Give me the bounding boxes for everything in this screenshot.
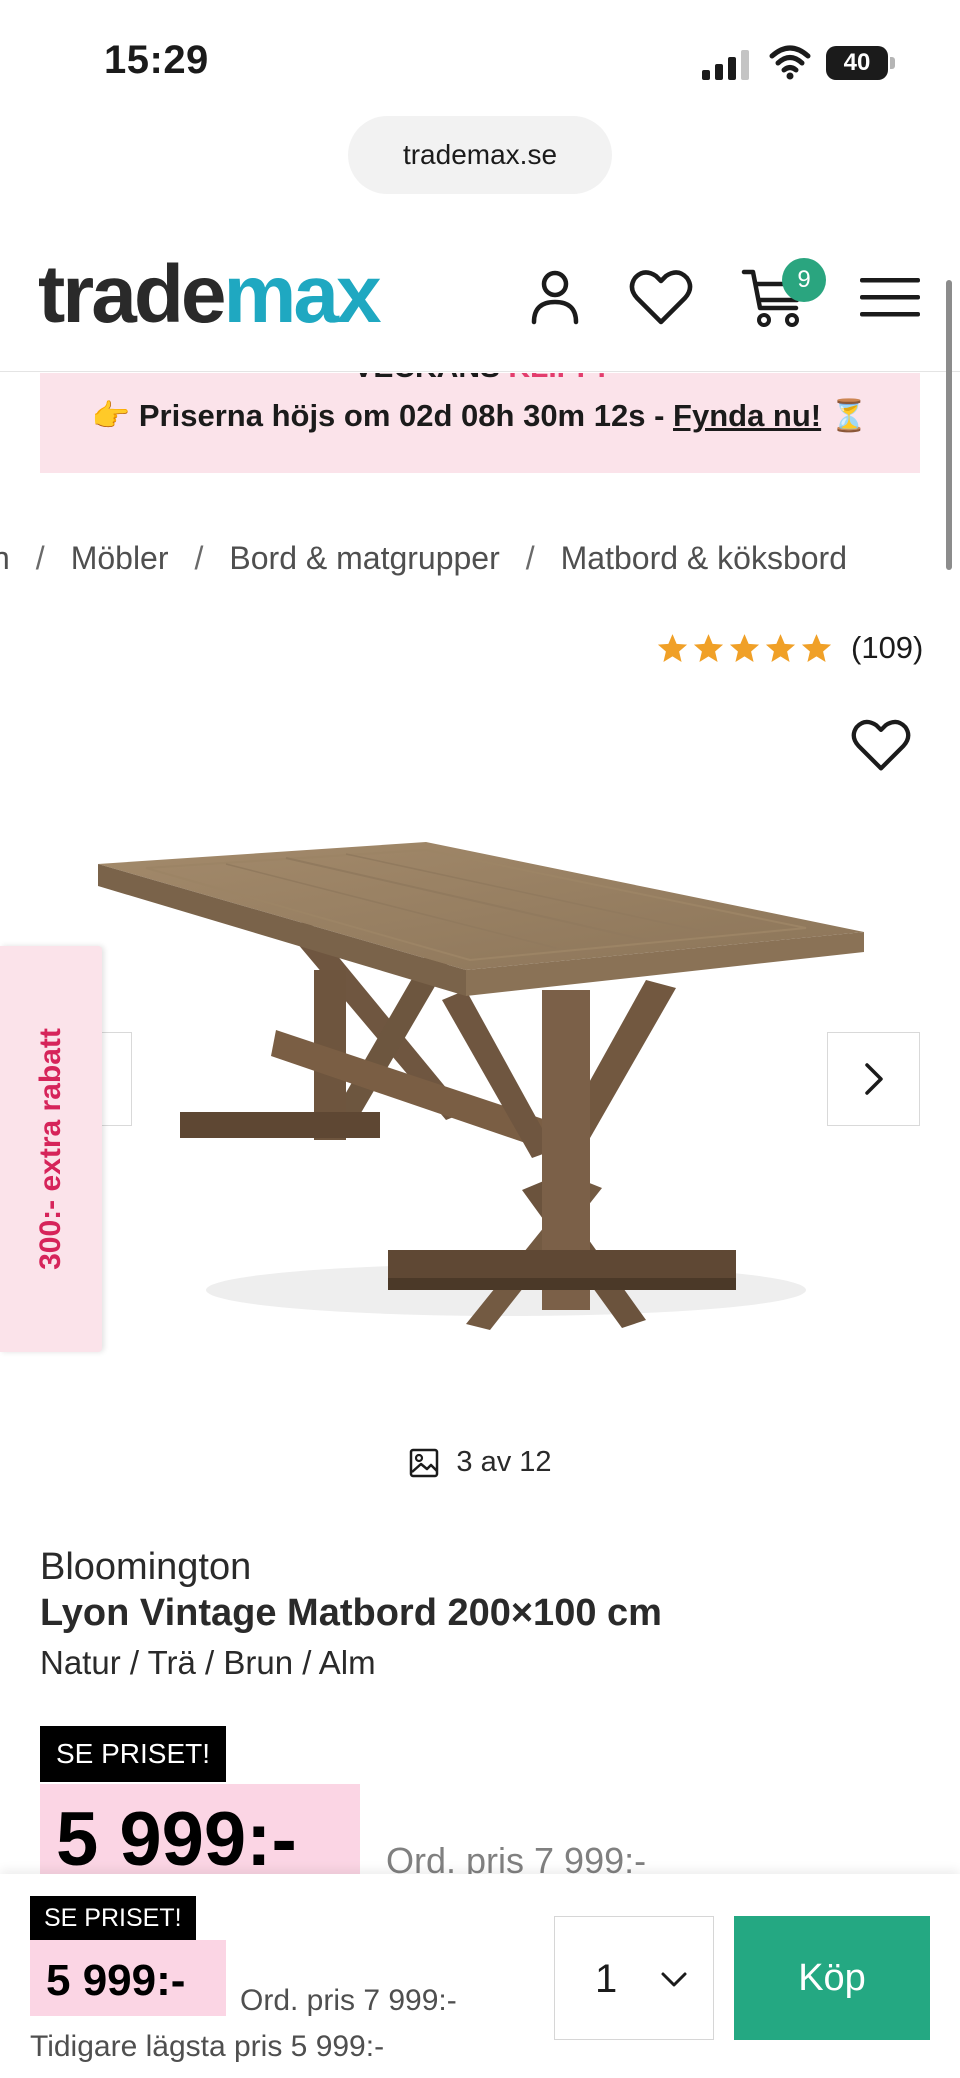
extra-discount-tab[interactable]: 300:- extra rabatt	[0, 946, 102, 1352]
rating-count: (109)	[851, 630, 924, 665]
chevron-right-icon	[864, 1063, 883, 1095]
breadcrumb-separator: /	[525, 540, 535, 576]
heart-icon[interactable]	[626, 262, 696, 332]
address-bar[interactable]: trademax.se	[348, 116, 612, 194]
star-icon	[801, 633, 832, 662]
breadcrumb: n / Möbler / Bord & matgrupper / Matbord & kök…	[0, 540, 847, 577]
hourglass-icon: ⏳	[821, 398, 869, 433]
site-header: trademax 9	[0, 240, 960, 372]
page-scrollbar[interactable]	[946, 280, 952, 570]
promo-countdown: 👉 Priserna höjs om 02d 08h 30m 12s - Fyn…	[40, 397, 920, 434]
cart-count-badge: 9	[782, 258, 826, 302]
signal-icon	[702, 50, 749, 80]
extra-discount-label: 300:- extra rabatt	[34, 1028, 67, 1270]
heart-icon[interactable]	[848, 714, 914, 774]
product-brand[interactable]: Bloomington	[40, 1546, 251, 1589]
gallery-next-button[interactable]	[827, 1032, 920, 1126]
promo-heading-text: VECKANS	[353, 373, 508, 384]
buy-button[interactable]: Köp	[734, 1916, 930, 2040]
image-icon	[410, 1448, 439, 1477]
product-title: Lyon Vintage Matbord 200×100 cm	[40, 1592, 662, 1634]
price-badge: SE PRISET!	[40, 1726, 227, 1782]
star-icon	[729, 633, 760, 662]
promo-heading: VECKANS KLIPP!	[40, 373, 920, 385]
battery-level: 40	[826, 46, 888, 80]
price-box: 5 999:-	[40, 1784, 360, 1884]
breadcrumb-separator: /	[35, 540, 45, 576]
promo-heading-highlight: KLIPP!	[508, 373, 606, 384]
product-rating[interactable]: (109)	[656, 628, 923, 668]
breadcrumb-item-mobler[interactable]: Möbler	[71, 540, 169, 576]
battery-indicator: 40	[826, 46, 896, 80]
breadcrumb-item[interactable]: n	[0, 540, 10, 576]
breadcrumb-separator: /	[194, 540, 204, 576]
gallery-counter[interactable]: 3 av 12	[0, 1446, 960, 1479]
product-variant: Natur / Trä / Brun / Alm	[40, 1644, 376, 1681]
promo-banner[interactable]: VECKANS KLIPP! 👉 Priserna höjs om 02d 08…	[40, 373, 920, 473]
battery-tip	[890, 57, 895, 69]
account-icon[interactable]	[520, 262, 590, 332]
breadcrumb-item-matbord[interactable]: Matbord & köksbord	[561, 540, 847, 576]
logo-text-max: max	[223, 249, 382, 340]
product-price: 5 999:-	[56, 1797, 297, 1882]
breadcrumb-item-bord[interactable]: Bord & matgrupper	[229, 540, 499, 576]
buy-bar-price: 5 999:-	[46, 1956, 186, 2005]
star-icon	[693, 633, 724, 662]
pointing-hand-icon: 👉	[91, 398, 131, 433]
wifi-icon	[769, 45, 811, 80]
rating-stars	[656, 632, 833, 665]
buy-bar-previous-lowest-price: Tidigare lägsta pris 5 999:-	[30, 2030, 385, 2063]
buy-bar-price-box: 5 999:-	[30, 1940, 226, 2016]
star-icon	[657, 633, 688, 662]
menu-icon[interactable]	[856, 262, 926, 332]
sticky-buy-bar: SE PRISET! 5 999:- Ord. pris 7 999:- Tid…	[0, 1874, 960, 2078]
quantity-value: 1	[595, 1957, 618, 2001]
promo-cta-link[interactable]: Fynda nu!	[673, 398, 821, 433]
status-time: 15:29	[104, 38, 209, 82]
site-logo[interactable]: trademax	[38, 254, 382, 336]
promo-countdown-text: Priserna höjs om 02d 08h 30m 12s -	[130, 398, 674, 433]
chevron-down-icon	[661, 1972, 687, 1987]
buy-bar-ordinary-price: Ord. pris 7 999:-	[240, 1984, 457, 2017]
buy-bar-price-badge: SE PRISET!	[30, 1896, 196, 1940]
status-bar: 15:29 40	[0, 0, 960, 110]
product-image[interactable]	[86, 820, 876, 1340]
quantity-select[interactable]: 1	[554, 1916, 714, 2040]
gallery-counter-text: 3 av 12	[456, 1446, 552, 1478]
star-icon	[765, 633, 796, 662]
logo-text-trade: trade	[38, 249, 227, 340]
